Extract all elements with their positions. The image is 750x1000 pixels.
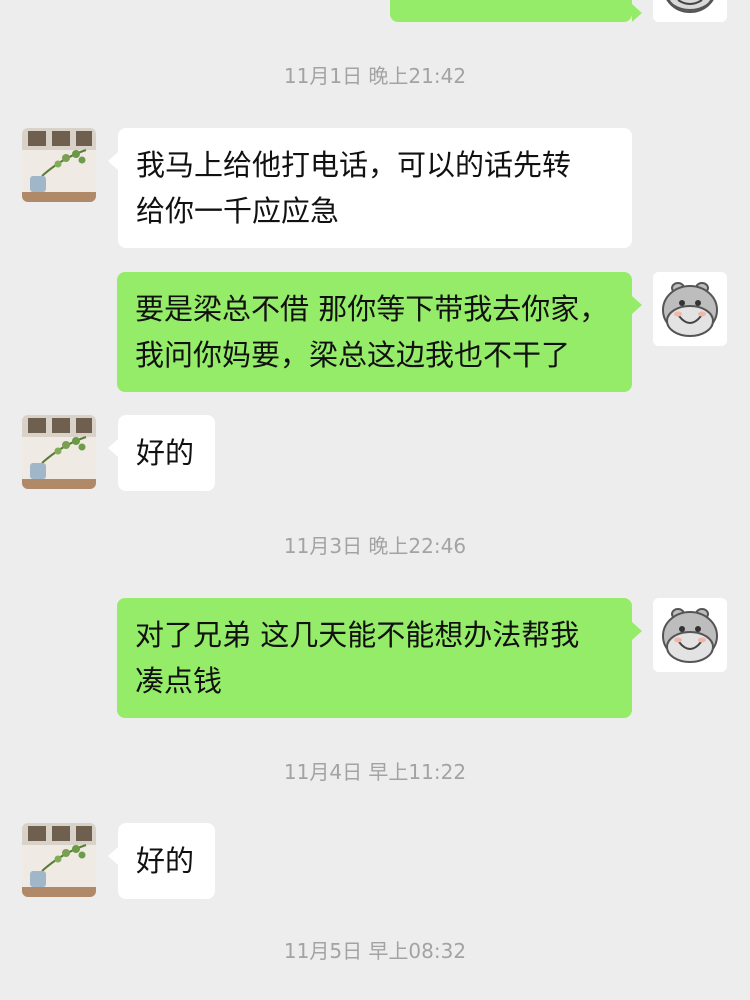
self-avatar[interactable] [653,598,727,672]
incoming-message-bubble[interactable]: 我马上给他打电话，可以的话先转 给你一千应应急 [108,128,632,248]
self-avatar[interactable] [653,272,727,346]
hippo-avatar-icon [653,598,727,672]
plant-photo-avatar-icon [22,128,96,202]
timestamp: 11月3日 晚上22:46 [283,534,467,558]
plant-photo-avatar-icon [22,415,96,489]
partial-outgoing-message-bubble[interactable] [390,0,642,22]
contact-avatar[interactable] [22,823,96,897]
self-avatar-partial[interactable] [653,0,727,22]
outgoing-message-bubble[interactable]: 要是梁总不借 那你等下带我去你家， 我问你妈要，梁总这边我也不干了 [117,272,642,392]
incoming-message-bubble[interactable]: 好的 [108,415,215,491]
hippo-avatar-icon [653,0,727,22]
outgoing-message-bubble[interactable]: 对了兄弟 这几天能不能想办法帮我 凑点钱 [117,598,642,718]
timestamp: 11月4日 早上11:22 [283,760,467,784]
contact-avatar[interactable] [22,128,96,202]
plant-photo-avatar-icon [22,823,96,897]
contact-avatar[interactable] [22,415,96,489]
incoming-message-bubble[interactable]: 好的 [108,823,215,899]
hippo-avatar-icon [653,272,727,346]
timestamp: 11月5日 早上08:32 [283,939,467,963]
timestamp: 11月1日 晚上21:42 [283,64,467,88]
